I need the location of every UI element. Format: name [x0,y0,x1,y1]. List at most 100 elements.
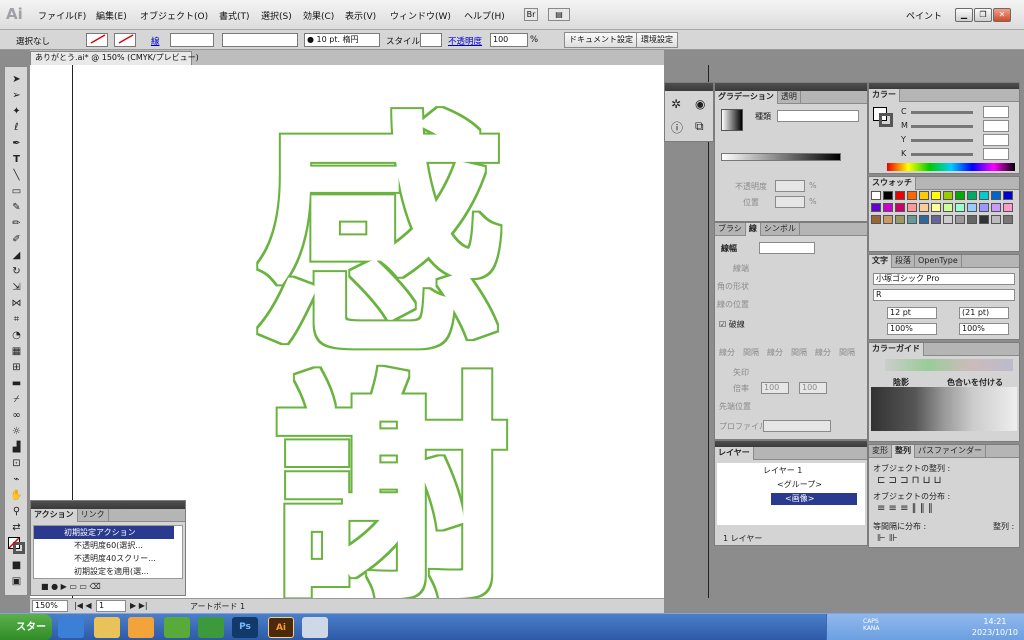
zoom-tool-icon[interactable]: ⚲ [8,505,25,518]
swatch-chip[interactable] [871,215,881,224]
bridge-button[interactable]: Br [524,8,538,21]
swatch-chip[interactable] [871,191,881,200]
spacing-buttons[interactable]: ⊩ ⊪ [877,533,898,544]
artwork-glyph-bottom[interactable]: 謝 [270,352,510,600]
swatch-chip[interactable] [979,191,989,200]
gradient-tool-icon[interactable]: ▬ [8,377,25,390]
tab-color-guide[interactable]: カラーガイド [869,343,924,356]
swatch-chip[interactable] [907,215,917,224]
pencil-icon[interactable]: ✏ [8,217,25,230]
next-artboard-icon[interactable]: ▶ ▶| [130,601,148,610]
swatch-chip[interactable] [883,203,893,212]
tab-pathfinder[interactable]: パスファインダー [915,445,986,458]
media-player-icon[interactable] [128,617,154,638]
swatch-chip[interactable] [991,215,1001,224]
swatch-chip[interactable] [979,215,989,224]
swatch-chip[interactable] [955,203,965,212]
tab-brushes[interactable]: ブラシ [715,223,746,236]
fill-stroke-swatch[interactable] [873,107,893,127]
pen-tool-icon[interactable]: ✒ [8,137,25,150]
swatch-chip[interactable] [991,203,1001,212]
gradient-thumbnail[interactable] [721,109,743,131]
free-transform-icon[interactable]: ⌗ [8,313,25,326]
action-row[interactable]: 不透明度40スクリー... [34,553,156,565]
swatch-chip[interactable] [895,215,905,224]
graphic-style-picker[interactable] [420,33,442,47]
screen-mode-icon[interactable]: ▣ [8,575,25,588]
shape-builder-icon[interactable]: ◔ [8,329,25,342]
horizontal-scale-field[interactable]: 100% [887,323,937,335]
artboard-number-field[interactable]: 1 [96,600,126,612]
swatch-chip[interactable] [979,203,989,212]
fill-swatch[interactable] [86,33,108,47]
tab-color[interactable]: カラー [869,89,900,102]
tab-actions[interactable]: アクション [31,509,78,522]
arrange-documents-button[interactable]: ▤ [548,8,570,21]
artboard-tool-icon[interactable]: ⊡ [8,457,25,470]
black-field[interactable] [983,148,1009,160]
swatch-chip[interactable] [967,191,977,200]
yellow-slider[interactable] [911,139,973,142]
action-set-row[interactable]: 初期設定アクション [34,526,174,539]
leading-field[interactable]: (21 pt) [959,307,1009,319]
gradient-position-field[interactable] [775,196,805,208]
stroke-link[interactable]: 線 [151,35,160,47]
symbol-sprayer-icon[interactable]: ☼ [8,425,25,438]
tab-paragraph[interactable]: 段落 [892,255,915,268]
profile-select[interactable] [763,420,831,432]
line-tool-icon[interactable]: ╲ [8,169,25,182]
internet-explorer-icon[interactable] [58,617,84,638]
brushes-icon[interactable]: ◉ [695,97,705,111]
menu-help[interactable]: ヘルプ(H) [464,9,505,22]
width-tool-icon[interactable]: ⋈ [8,297,25,310]
swatch-chip[interactable] [991,191,1001,200]
group-row[interactable]: <グループ> [777,479,822,490]
swatch-chip[interactable] [955,215,965,224]
tab-transform[interactable]: 変形 [869,445,892,458]
lasso-icon[interactable]: ℓ [8,121,25,134]
swatch-chip[interactable] [919,215,929,224]
arrow-end-scale[interactable]: 100 [799,382,827,394]
restore-button[interactable]: ❐ [974,8,992,22]
menu-effect[interactable]: 効果(C) [303,9,334,22]
layer-row[interactable]: レイヤー 1 [763,465,802,476]
direct-selection-tool-icon[interactable]: ➢ [8,89,25,102]
swatch-chip[interactable] [1003,215,1013,224]
stroke-weight-field[interactable] [170,33,214,47]
hand-tool-icon[interactable]: ✋ [8,489,25,502]
swatch-chip[interactable] [919,203,929,212]
perspective-grid-icon[interactable]: ▦ [8,345,25,358]
graph-tool-icon[interactable]: ▟ [8,441,25,454]
first-artboard-icon[interactable]: |◀ ◀ [74,601,92,610]
arrow-start-scale[interactable]: 100 [761,382,789,394]
stroke-swatch[interactable] [114,33,136,47]
swatch-chip[interactable] [955,191,965,200]
document-settings-button[interactable]: ドキュメント設定 [564,32,638,48]
document-tab[interactable]: ありがとう.ai* @ 150% (CMYK/プレビュー) [30,51,199,65]
color-mode-icon[interactable]: ■ [8,559,25,572]
tab-transparency[interactable]: 透明 [778,91,801,104]
artwork-outlined-text[interactable]: 感 謝 [200,70,670,600]
menu-type[interactable]: 書式(T) [219,9,250,22]
menu-view[interactable]: 表示(V) [345,9,376,22]
spreadsheet-icon[interactable] [198,617,224,638]
color-guide-grid[interactable] [871,387,1017,431]
harmony-strip[interactable] [885,359,1013,371]
magic-wand-icon[interactable]: ✦ [8,105,25,118]
dashed-checkbox[interactable]: ☑ 破線 [719,319,745,330]
swatch-chip[interactable] [883,215,893,224]
gradient-slider[interactable] [721,153,841,161]
app-icon[interactable] [164,617,190,638]
rotate-tool-icon[interactable]: ↻ [8,265,25,278]
scale-tool-icon[interactable]: ⇲ [8,281,25,294]
swap-fill-stroke-icon[interactable]: ⇄ [8,521,25,534]
navigator-icon[interactable]: ⧉ [695,119,704,134]
tab-gradient[interactable]: グラデーション [715,91,778,104]
type-tool-icon[interactable]: T [8,153,25,166]
eyedropper-icon[interactable]: ⌿ [8,393,25,406]
align-buttons[interactable]: ⊏ ⊐ ⊐ ⊓ ⊔ ⊔ [877,475,941,486]
artwork-glyph-top[interactable]: 感 [255,93,505,384]
tab-stroke[interactable]: 線 [745,223,761,236]
swatch-chip[interactable] [931,215,941,224]
mesh-tool-icon[interactable]: ⊞ [8,361,25,374]
